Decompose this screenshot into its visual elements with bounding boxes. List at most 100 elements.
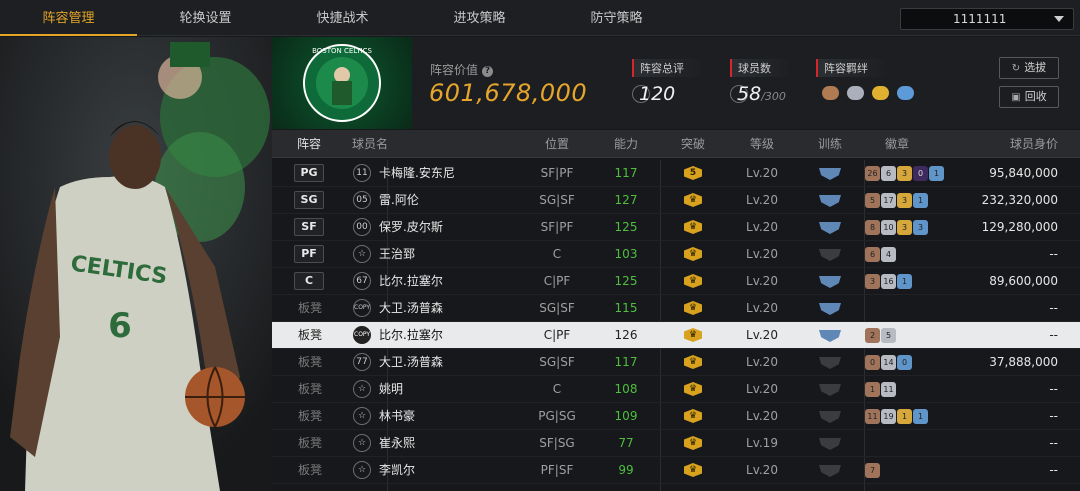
training[interactable] (818, 160, 842, 187)
breakthrough[interactable]: ♛ (681, 241, 705, 268)
badge-icon: 1 (897, 409, 912, 424)
table-row[interactable]: C 67 比尔.拉塞尔 C|PF 125 ♛ Lv.20 3 16 1 89,600,000 (272, 268, 1080, 295)
breakthrough[interactable]: ♛ (681, 295, 705, 322)
badge-list[interactable]: 11 19 1 1 (865, 403, 929, 430)
player-name[interactable]: 大卫.汤普森 (379, 295, 443, 322)
badge-icon: 26 (865, 166, 880, 181)
crown-icon: ♛ (684, 463, 702, 477)
training[interactable] (818, 403, 842, 430)
breakthrough[interactable]: ♛ (681, 457, 705, 484)
synergy-blue-icon[interactable] (897, 86, 915, 100)
table-row[interactable]: PF ☆ 王治郅 C 103 ♛ Lv.20 6 4 -- (272, 241, 1080, 268)
player-name[interactable]: 李凯尔 (379, 457, 415, 484)
player-name[interactable]: 比尔.拉塞尔 (379, 268, 443, 295)
col-level[interactable]: 等级 (732, 130, 792, 158)
table-row[interactable]: 板凳 COPY 比尔.拉塞尔 C|PF 126 ♛ Lv.20 2 5 -- (272, 322, 1080, 349)
synergy-icons[interactable] (822, 85, 917, 104)
top-navigation: 阵容管理 轮换设置 快捷战术 进攻策略 防守策略 1111111 (0, 0, 1080, 36)
celtics-logo-icon: BOSTON CELTICS (303, 44, 381, 122)
tab-lineup[interactable]: 阵容管理 (0, 0, 137, 36)
player-level: Lv.20 (746, 301, 778, 315)
breakthrough[interactable]: ♛ (681, 322, 705, 349)
training[interactable] (818, 241, 842, 268)
star-icon: ☆ (353, 380, 371, 398)
table-row[interactable]: 板凳 ☆ 李凯尔 PF|SF 99 ♛ Lv.20 7 -- (272, 457, 1080, 484)
breakthrough[interactable]: ♛ (681, 268, 705, 295)
badge-list[interactable]: 7 (865, 457, 881, 484)
synergy-bronze-icon[interactable] (822, 86, 839, 100)
col-ability[interactable]: 能力 (597, 130, 655, 158)
badge-list[interactable]: 64 (865, 241, 897, 268)
slot-label: 板凳 (297, 409, 322, 423)
col-slot[interactable]: 阵容 (282, 130, 336, 158)
training[interactable] (818, 376, 842, 403)
training[interactable] (818, 187, 842, 214)
col-badges[interactable]: 徽章 (867, 130, 927, 158)
table-row[interactable]: SG 05 雷.阿伦 SG|SF 127 ♛ Lv.20 5 17 3 1 232,320,000 (272, 187, 1080, 214)
player-name[interactable]: 卡梅隆.安东尼 (379, 160, 455, 187)
synergy-silver-icon[interactable] (847, 86, 865, 100)
col-training[interactable]: 训练 (802, 130, 858, 158)
player-position: PF|SF (540, 463, 574, 477)
table-row[interactable]: SF 00 保罗.皮尔斯 SF|PF 125 ♛ Lv.20 8 10 3 3 129,280,000 (272, 214, 1080, 241)
synergy-gold-icon[interactable] (872, 86, 890, 100)
player-name[interactable]: 保罗.皮尔斯 (379, 214, 443, 241)
training[interactable] (818, 268, 842, 295)
player-value: -- (1049, 301, 1058, 315)
recycle-button[interactable]: ▣ 回收 (999, 86, 1059, 108)
breakthrough[interactable]: ♛ (681, 214, 705, 241)
pick-button[interactable]: ↻ 选拔 (999, 57, 1059, 79)
team-dropdown[interactable]: 1111111 (900, 8, 1074, 30)
player-name[interactable]: 比尔.拉塞尔 (379, 322, 443, 349)
training[interactable] (818, 349, 842, 376)
tab-offense[interactable]: 进攻策略 (411, 0, 548, 36)
badge-list[interactable]: 0 14 0 (865, 349, 913, 376)
table-row[interactable]: 板凳 ☆ 崔永熙 SF|SG 77 ♛ Lv.19 -- (272, 430, 1080, 457)
player-name[interactable]: 大卫.汤普森 (379, 349, 443, 376)
badge-list[interactable]: 26 6 3 0 1 (865, 160, 945, 187)
player-ability: 77 (618, 436, 634, 450)
badge-list[interactable]: 25 (865, 322, 897, 349)
featured-player-art: CELTICS 6 (0, 37, 272, 491)
breakthrough[interactable]: ♛ (681, 187, 705, 214)
player-name[interactable]: 林书豪 (379, 403, 415, 430)
breakthrough[interactable]: ♛ (681, 430, 705, 457)
help-icon[interactable]: ? (482, 66, 494, 77)
breakthrough[interactable]: 5 (681, 160, 705, 187)
table-row[interactable]: 板凳 ☆ 林书豪 PG|SG 109 ♛ Lv.20 11 19 1 1 -- (272, 403, 1080, 430)
player-position: C (552, 382, 562, 396)
player-name[interactable]: 王治郅 (379, 241, 415, 268)
training[interactable] (818, 214, 842, 241)
breakthrough[interactable]: ♛ (681, 403, 705, 430)
player-level: Lv.20 (746, 328, 778, 342)
player-name[interactable]: 崔永熙 (379, 430, 415, 457)
col-name[interactable]: 球员名 (352, 130, 402, 158)
tab-quick-tactics[interactable]: 快捷战术 (274, 0, 411, 36)
star-icon: ☆ (353, 245, 371, 263)
table-row[interactable]: 板凳 ☆ 姚明 C 108 ♛ Lv.20 1 11 -- (272, 376, 1080, 403)
badge-list[interactable]: 5 17 3 1 (865, 187, 929, 214)
training-icon (819, 438, 841, 450)
col-value[interactable]: 球员身价 (978, 130, 1068, 158)
tab-defense[interactable]: 防守策略 (548, 0, 685, 36)
tab-rotation[interactable]: 轮换设置 (137, 0, 274, 36)
breakthrough[interactable]: ♛ (681, 376, 705, 403)
training[interactable] (818, 295, 842, 322)
training[interactable] (818, 322, 842, 349)
table-row[interactable]: PG 11 卡梅隆.安东尼 SF|PF 117 5 Lv.20 26 6 3 0 1 95,840,00… (272, 160, 1080, 187)
table-row[interactable]: 板凳 77 大卫.汤普森 SG|SF 117 ♛ Lv.20 0 14 0 37,888,000 (272, 349, 1080, 376)
badge-list[interactable]: 8 10 3 3 (865, 214, 929, 241)
training[interactable] (818, 430, 842, 457)
training[interactable] (818, 457, 842, 484)
player-name[interactable]: 姚明 (379, 376, 403, 403)
badge-list[interactable]: 3 16 1 (865, 268, 913, 295)
table-row[interactable]: 板凳 COPY 大卫.汤普森 SG|SF 115 ♛ Lv.20 -- (272, 295, 1080, 322)
badge-list[interactable]: 1 11 (865, 376, 897, 403)
col-breakthrough[interactable]: 突破 (664, 130, 722, 158)
training-icon (819, 384, 841, 396)
col-position[interactable]: 位置 (527, 130, 587, 158)
player-name[interactable]: 雷.阿伦 (379, 187, 419, 214)
slot-label: 板凳 (297, 436, 322, 450)
breakthrough[interactable]: ♛ (681, 349, 705, 376)
slot-label: 板凳 (297, 382, 322, 396)
